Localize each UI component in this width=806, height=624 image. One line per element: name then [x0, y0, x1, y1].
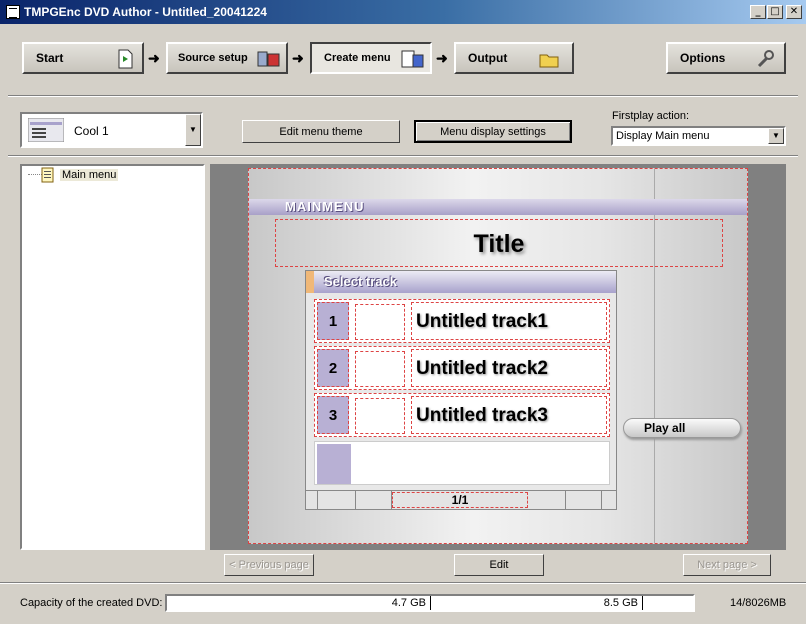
track-number: 1	[317, 302, 349, 340]
create-menu-button[interactable]: Create menu	[310, 42, 432, 74]
menu-title[interactable]: Title	[275, 219, 723, 267]
track-item[interactable]: 3 Untitled track3	[314, 393, 610, 437]
track-item[interactable]: 1 Untitled track1	[314, 299, 610, 343]
menu-canvas[interactable]: MAINMENU Title Select track 1 Untitled t…	[248, 168, 748, 544]
step-arrow-1: ➜	[148, 50, 160, 66]
menu-page-icon	[41, 167, 54, 183]
pager-cell[interactable]	[528, 491, 566, 509]
options-label: Options	[680, 51, 726, 65]
firstplay-label: Firstplay action:	[612, 110, 690, 122]
track-number: 2	[317, 349, 349, 387]
source-setup-label: Source setup	[178, 52, 248, 64]
edit-menu-theme-button[interactable]: Edit menu theme	[242, 120, 400, 143]
separator	[8, 95, 798, 97]
menu-display-settings-button[interactable]: Menu display settings	[414, 120, 572, 143]
play-all-button[interactable]: Play all	[623, 418, 741, 438]
create-menu-label: Create menu	[324, 52, 391, 64]
step-arrow-3: ➜	[436, 50, 448, 66]
output-button[interactable]: Output	[454, 42, 574, 74]
track-name: Untitled track1	[411, 302, 607, 340]
main-menu-banner: MAINMENU	[249, 199, 747, 215]
capacity-label: Capacity of the created DVD:	[20, 597, 163, 609]
film-reel-icon	[257, 51, 280, 67]
page-navigator[interactable]: 1/1	[306, 490, 616, 509]
close-button[interactable]: ✕	[786, 5, 802, 19]
window-title: TMPGEnc DVD Author - Untitled_20041224	[24, 5, 267, 19]
track-item[interactable]: 2 Untitled track2	[314, 346, 610, 390]
pager-cell[interactable]	[356, 491, 392, 509]
firstplay-value: Display Main menu	[616, 130, 710, 142]
capacity-usage: 14/8026MB	[730, 597, 787, 609]
options-button[interactable]: Options	[666, 42, 786, 74]
dual-layer-marker: 8.5 GB	[431, 596, 643, 610]
track-list-panel[interactable]: Select track 1 Untitled track1 2 Untitle…	[305, 270, 617, 510]
maximize-button[interactable]: □	[767, 5, 783, 19]
app-icon[interactable]	[6, 5, 20, 19]
tree-item-label: Main menu	[60, 169, 119, 181]
start-label: Start	[36, 51, 64, 65]
tree-item-main-menu[interactable]: Main menu	[40, 167, 119, 183]
step-arrow-2: ➜	[292, 50, 304, 66]
edit-button[interactable]: Edit	[454, 554, 544, 576]
start-button[interactable]: Start	[22, 42, 144, 74]
theme-thumbnail-icon	[28, 118, 64, 142]
track-thumbnail	[355, 351, 405, 387]
document-icon	[118, 49, 133, 69]
theme-name: Cool 1	[74, 124, 109, 138]
menu-theme-select[interactable]: Cool 1 ▼	[20, 112, 203, 148]
wrench-icon	[757, 50, 774, 68]
source-setup-button[interactable]: Source setup	[166, 42, 288, 74]
pager-cell[interactable]	[318, 491, 356, 509]
title-bar: TMPGEnc DVD Author - Untitled_20041224 _…	[0, 0, 806, 24]
next-page-button[interactable]: Next page >	[683, 554, 771, 576]
page-indicator: 1/1	[392, 492, 528, 508]
track-thumbnail	[355, 398, 405, 434]
output-label: Output	[468, 51, 508, 65]
menu-tree[interactable]: Main menu	[20, 164, 205, 550]
minimize-button[interactable]: _	[750, 5, 766, 19]
firstplay-select[interactable]: Display Main menu ▼	[611, 126, 786, 146]
track-thumbnail	[355, 304, 405, 340]
track-name: Untitled track2	[411, 349, 607, 387]
previous-page-button[interactable]: < Previous page	[224, 554, 314, 576]
separator	[8, 155, 798, 157]
chevron-down-icon[interactable]: ▼	[185, 114, 201, 146]
track-number: 3	[317, 396, 349, 434]
pager-cell[interactable]	[566, 491, 602, 509]
folder-icon	[539, 54, 559, 68]
empty-slot-marker	[317, 444, 351, 484]
track-name: Untitled track3	[411, 396, 607, 434]
pager-cell[interactable]	[306, 491, 318, 509]
track-panel-header: Select track	[306, 271, 616, 293]
single-layer-marker: 4.7 GB	[167, 596, 431, 610]
menu-layout-icon	[401, 50, 424, 68]
empty-track-slot	[314, 441, 610, 485]
separator	[0, 582, 806, 584]
chevron-down-icon[interactable]: ▼	[768, 128, 784, 144]
capacity-bar: 4.7 GB 8.5 GB	[165, 594, 695, 612]
